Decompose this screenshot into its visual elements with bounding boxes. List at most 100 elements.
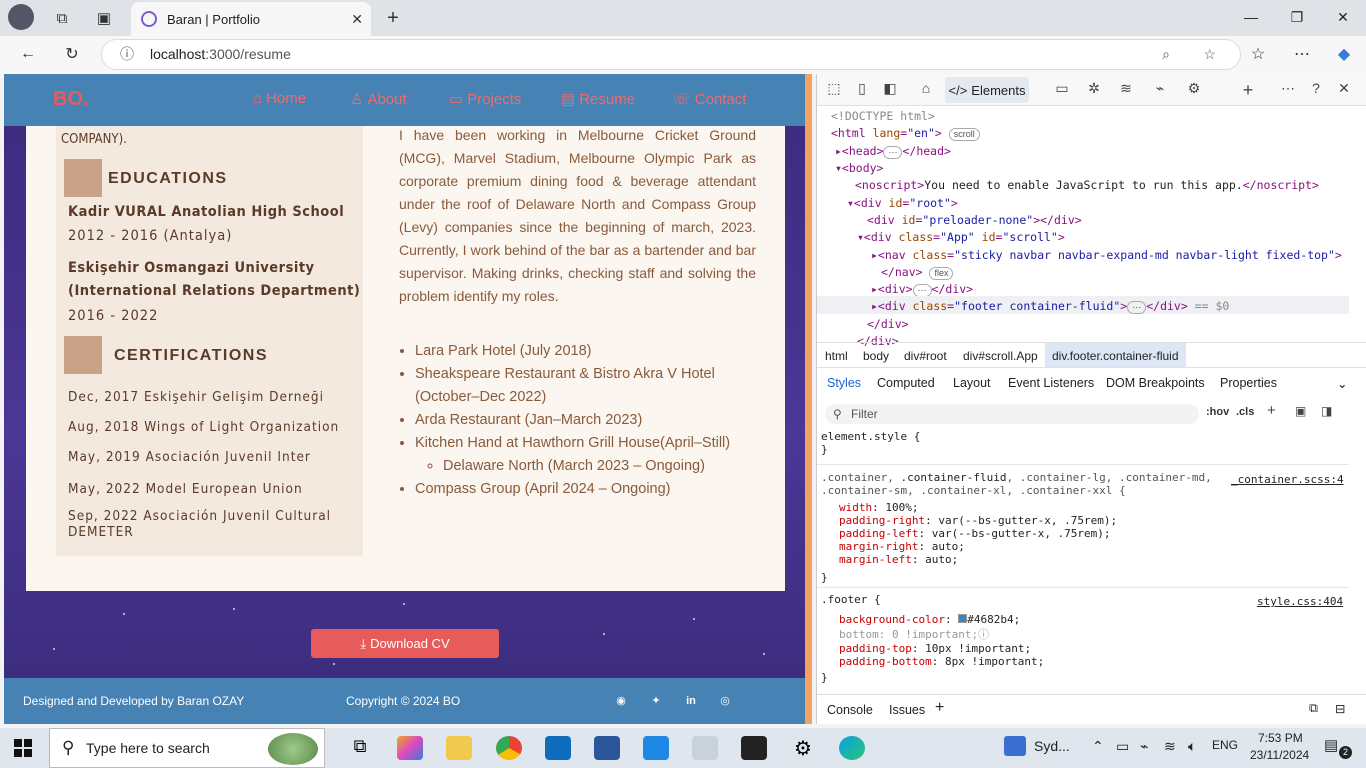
settings-app-icon[interactable]: ⚙ (790, 736, 816, 760)
notification-badge: 2 (1339, 746, 1352, 759)
workspaces-icon[interactable]: ⧉ (48, 6, 76, 30)
wifi-icon[interactable]: ≋ (1164, 738, 1176, 755)
computed-sidebar-icon[interactable]: ◨ (1321, 404, 1332, 418)
notifications-icon[interactable]: ▤ (1324, 736, 1338, 754)
edge-icon[interactable] (839, 736, 865, 760)
address-toolbar: ← ↻ ⓘ localhost:3000/resume ⌕ ☆ ☆ ⋯ ◆ (0, 36, 1366, 74)
welcome-home-icon[interactable]: ⌂ (915, 80, 937, 100)
sources-bug-icon[interactable]: ✲ (1083, 80, 1105, 100)
crumb-item[interactable]: div#scroll.App (963, 349, 1038, 363)
device-toolbar-icon[interactable]: ▯ (851, 80, 873, 100)
edu2-years: 2016 - 2022 (68, 308, 159, 324)
copilot-icon[interactable]: ◆ (1330, 40, 1358, 68)
reload-icon[interactable]: ↻ (58, 40, 86, 68)
tab-event-listeners[interactable]: Event Listeners (1008, 376, 1094, 390)
terminal-icon[interactable] (741, 736, 767, 760)
copilot-app-icon[interactable] (397, 736, 423, 760)
tab-actions-icon[interactable]: ▣ (90, 6, 118, 30)
zoom-icon[interactable]: ⌕ (1162, 40, 1170, 69)
toggle-element-state-icon[interactable]: ▣ (1295, 404, 1306, 418)
styles-filter-input[interactable]: ⚲ Filter (825, 404, 1199, 424)
drawer-tab-console[interactable]: Console (827, 703, 873, 717)
chrome-icon[interactable] (496, 736, 522, 760)
inspect-icon[interactable]: ⬚ (823, 80, 845, 100)
outlook-icon[interactable] (545, 736, 571, 760)
dock-icon[interactable]: ◧ (879, 80, 901, 100)
source-link[interactable]: style.css:404 (1257, 595, 1343, 608)
crumb-item-active[interactable]: div.footer.container-fluid (1045, 343, 1186, 367)
undock-drawer-icon[interactable]: ⧉ (1309, 701, 1318, 716)
tab-portfolio[interactable]: Baran | Portfolio ✕ (131, 2, 371, 36)
instagram-icon[interactable]: ◎ (719, 695, 731, 707)
tab-elements[interactable]: </> Elements (945, 77, 1029, 103)
restore-icon[interactable]: ❐ (1274, 0, 1320, 34)
more-tools-plus-icon[interactable]: + (1237, 80, 1259, 100)
task-view-icon[interactable]: ⧉ (347, 736, 373, 760)
hov-toggle[interactable]: :hov (1206, 406, 1229, 418)
clock-time[interactable]: 7:53 PM (1258, 731, 1303, 745)
nav-about-label: About (367, 90, 407, 108)
settings-gear-icon[interactable]: ⚙ (1183, 80, 1205, 100)
favorite-star-icon[interactable]: ☆ (1203, 40, 1216, 69)
battery-icon[interactable]: ▭ (1116, 738, 1129, 755)
address-input[interactable]: ⓘ localhost:3000/resume ⌕ ☆ (101, 39, 1241, 70)
site-logo[interactable]: BO. (53, 88, 89, 111)
weather-icon[interactable] (1004, 736, 1026, 756)
tab-computed[interactable]: Computed (877, 376, 935, 390)
nav-projects-label: Projects (467, 90, 522, 108)
favorites-icon[interactable]: ☆ (1244, 40, 1272, 68)
crumb-item[interactable]: body (863, 349, 889, 363)
tab-layout[interactable]: Layout (953, 376, 991, 390)
crumb-item[interactable]: html (825, 349, 848, 363)
network-icon[interactable]: ⌁ (1140, 738, 1148, 755)
start-windows-icon[interactable] (14, 739, 32, 757)
clock-date[interactable]: 23/11/2024 (1250, 748, 1309, 762)
crumb-item[interactable]: div#root (904, 349, 947, 363)
close-tab-icon[interactable]: ✕ (351, 11, 363, 28)
nav-contact[interactable]: ☏ Contact (672, 90, 746, 109)
close-devtools-icon[interactable]: ✕ (1333, 80, 1355, 100)
paint-icon[interactable] (692, 736, 718, 760)
new-tab-icon[interactable]: + (379, 6, 407, 30)
help-icon[interactable]: ? (1305, 80, 1327, 100)
nav-resume[interactable]: ▤ Resume (561, 90, 635, 109)
close-window-icon[interactable]: ✕ (1320, 0, 1366, 34)
linkedin-icon[interactable]: in (685, 695, 697, 707)
volume-icon[interactable]: 🔈︎ (1188, 738, 1196, 755)
home-icon: ⌂ (253, 90, 263, 107)
new-rule-icon[interactable]: + (1267, 402, 1276, 419)
tab-styles[interactable]: Styles (827, 376, 861, 390)
file-explorer-icon[interactable] (446, 736, 472, 760)
site-info-icon[interactable]: ⓘ (120, 40, 134, 69)
devtools-more-icon[interactable]: ⋯ (1277, 80, 1299, 100)
tab-dom-breakpoints[interactable]: DOM Breakpoints (1106, 376, 1205, 390)
performance-icon[interactable]: ⌁ (1149, 80, 1171, 100)
drawer-dock-icon[interactable]: ⊟ (1335, 701, 1345, 716)
taskbar-search-input[interactable]: ⚲ Type here to search (49, 728, 325, 768)
github-icon[interactable]: ◉ (615, 695, 627, 707)
drawer-tab-issues[interactable]: Issues (889, 703, 925, 717)
add-drawer-tab-icon[interactable]: + (935, 699, 944, 717)
page-scrollbar[interactable] (805, 74, 812, 724)
cls-toggle[interactable]: .cls (1236, 406, 1254, 418)
chevron-down-icon[interactable]: ⌄ (1337, 376, 1347, 391)
edu1-name: Kadir VURAL Anatolian High School (68, 204, 345, 220)
download-cv-button[interactable]: ⤓ Download CV (311, 629, 499, 658)
back-arrow-icon[interactable]: ← (14, 40, 42, 68)
word-icon[interactable] (594, 736, 620, 760)
profile-avatar[interactable] (8, 4, 34, 30)
weather-text[interactable]: Syd... (1034, 738, 1070, 754)
network-wifi-icon[interactable]: ≋ (1115, 80, 1137, 100)
minimize-icon[interactable]: — (1228, 0, 1274, 34)
console-icon[interactable]: ▭ (1051, 80, 1073, 100)
twitter-icon[interactable]: ✦ (650, 695, 662, 707)
nav-about[interactable]: ♙ About (350, 90, 407, 109)
show-hidden-icons[interactable]: ⌃ (1092, 738, 1104, 755)
source-link[interactable]: _container.scss:4 (1231, 473, 1344, 486)
tab-properties[interactable]: Properties (1220, 376, 1277, 390)
nav-projects[interactable]: ▭ Projects (449, 90, 522, 109)
vscode-icon[interactable] (643, 736, 669, 760)
more-menu-icon[interactable]: ⋯ (1288, 40, 1316, 68)
nav-home[interactable]: ⌂ Home (253, 90, 306, 107)
input-language[interactable]: ENG (1212, 738, 1238, 752)
